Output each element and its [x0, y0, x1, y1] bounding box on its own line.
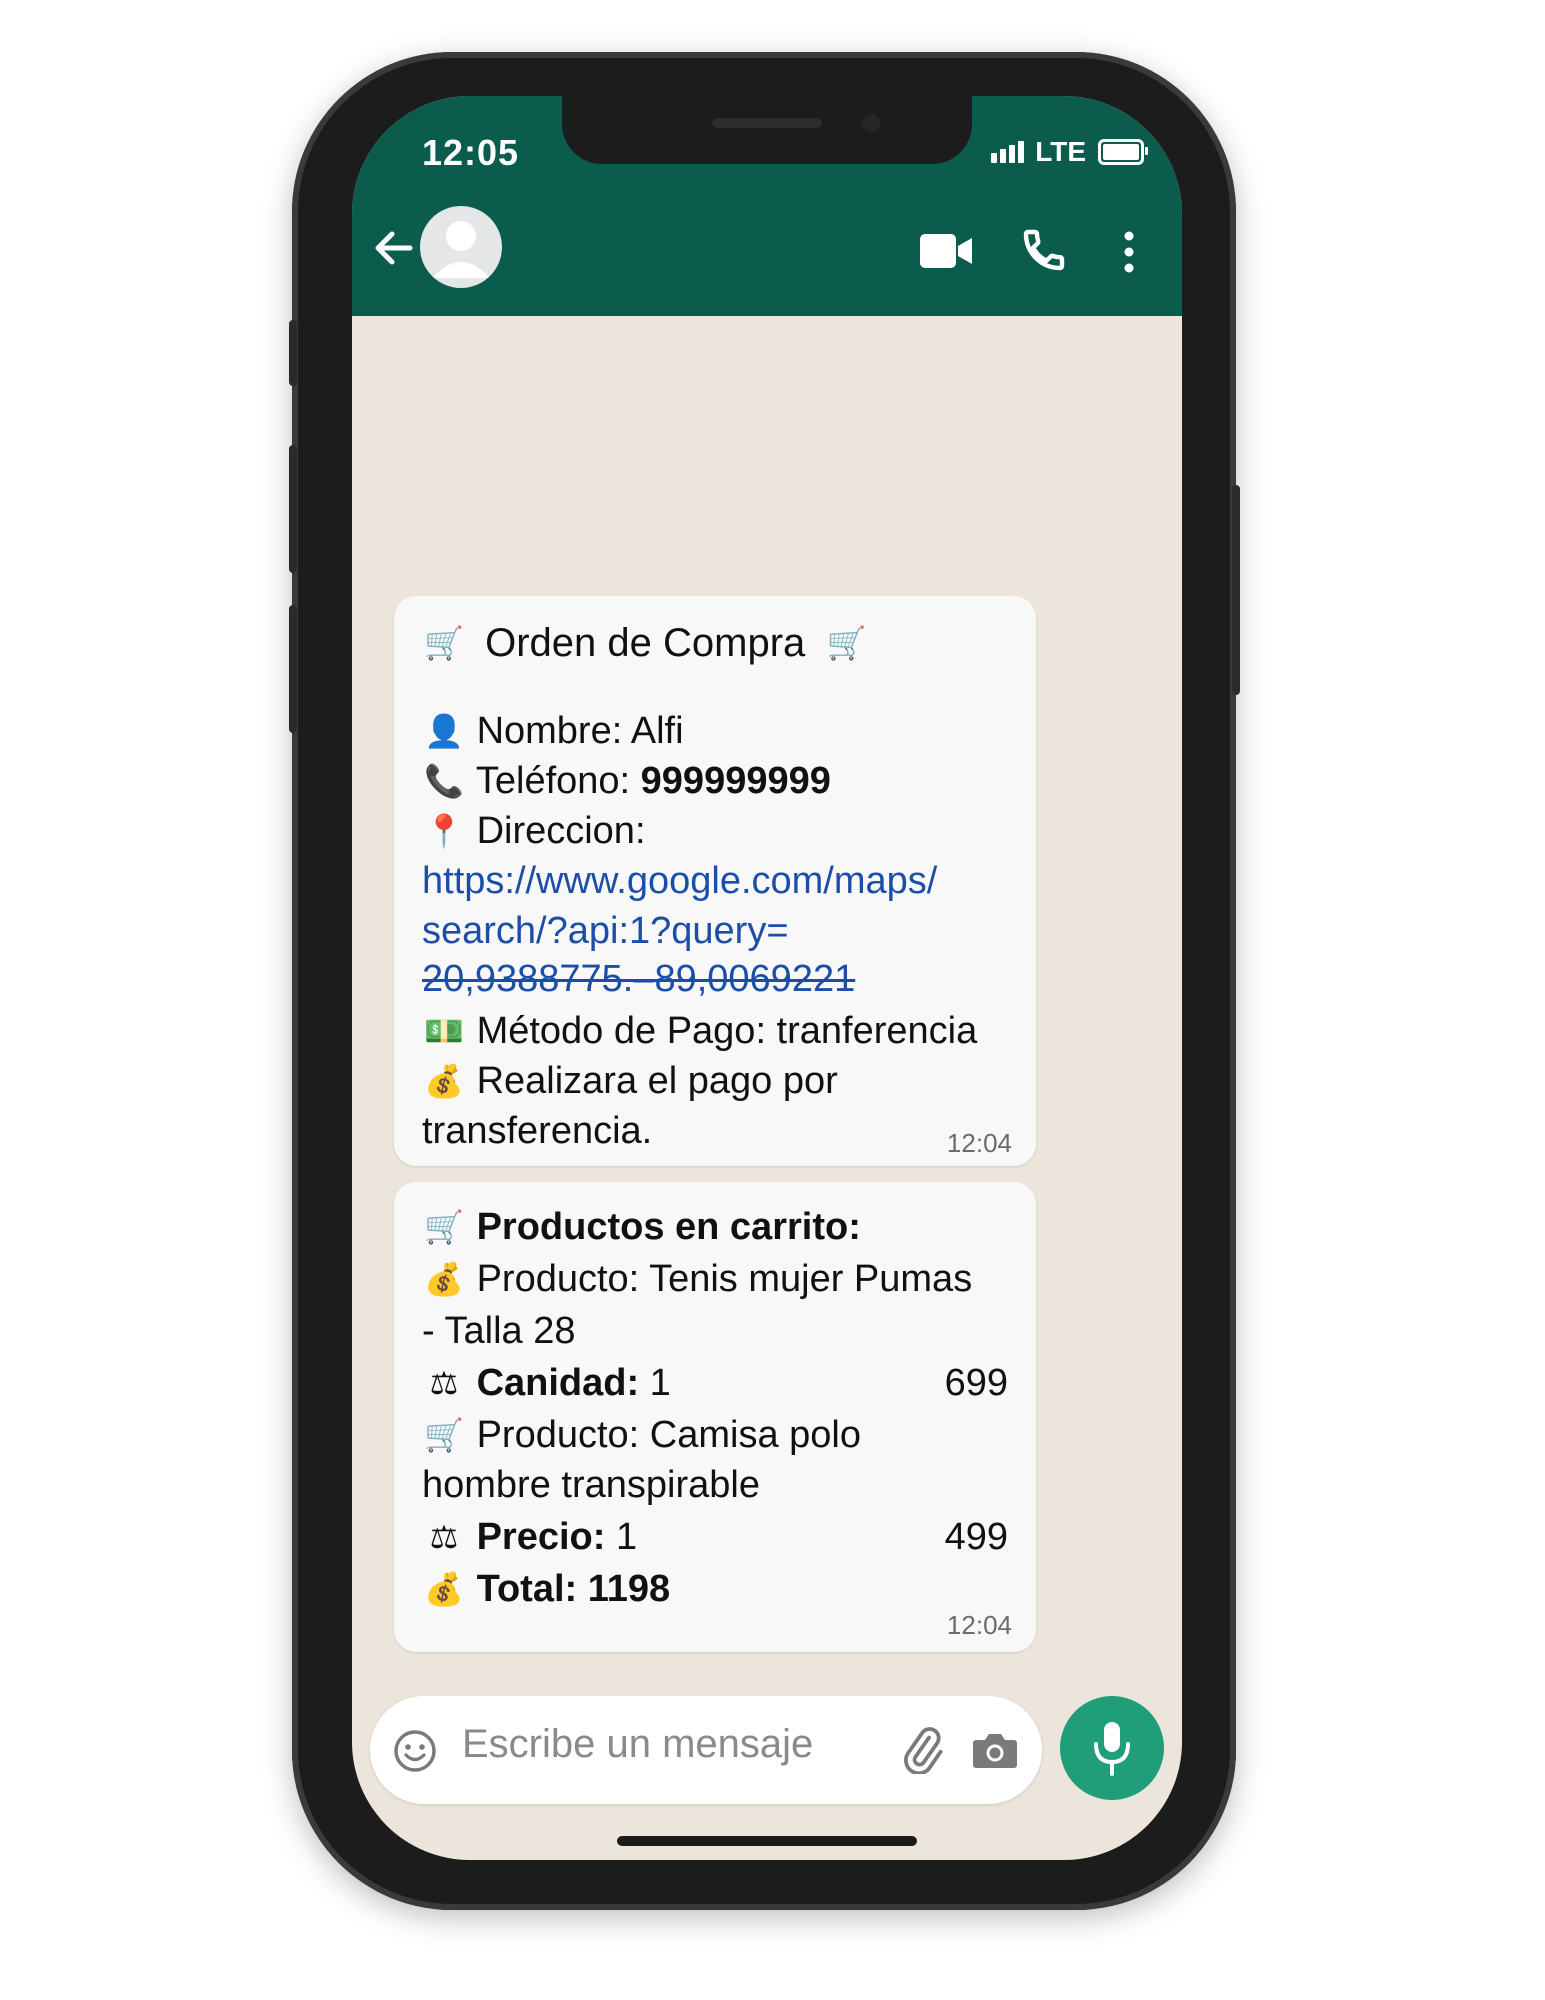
maps-link-line2[interactable]: search/?api:1?query=	[422, 906, 789, 956]
cart-title: Productos en carrito:	[476, 1206, 861, 1248]
shopping-cart-icon: 🛒	[424, 1417, 464, 1453]
money-bag-icon: 💰	[424, 1261, 464, 1297]
address-line: 📍 Direccion:	[422, 806, 646, 856]
home-indicator[interactable]	[617, 1836, 917, 1846]
silent-switch	[289, 320, 297, 386]
name-label: Nombre:	[476, 710, 623, 752]
message-bubble-order[interactable]: 🛒 Orden de Compra 🛒 👤 Nombre: Alfi 📞 Tel…	[394, 596, 1036, 1166]
shopping-cart-icon: 🛒	[424, 625, 464, 661]
qty-label: Canidad:	[476, 1362, 640, 1404]
product2-price: 499	[944, 1516, 1008, 1558]
volume-down-button	[289, 605, 297, 733]
phone-value: 999999999	[630, 760, 831, 802]
message-time: 12:04	[946, 1128, 1012, 1158]
payment-method-line: 💵 Método de Pago: tranferencia	[422, 1006, 977, 1056]
price-value: 1	[605, 1516, 638, 1558]
default-avatar-icon	[432, 221, 490, 278]
microphone-icon	[1094, 1722, 1130, 1776]
cart-title-line: 🛒 Productos en carrito:	[422, 1202, 861, 1252]
shopping-cart-icon: 🛒	[826, 625, 867, 661]
signal-icon	[991, 141, 1027, 163]
maps-link-line3[interactable]: 20,9388775.–89,0069221	[422, 954, 855, 1004]
product2-desc: hombre transpirable	[422, 1464, 760, 1506]
order-total: Total: 1198	[476, 1568, 671, 1610]
payment-note-2: transferencia.	[422, 1110, 653, 1152]
product2-line: 🛒 Producto: Camisa polo	[422, 1410, 861, 1460]
chat-screen: 12:05 LTE 🛒 Orden de Compra 🛒 👤 Nombre: …	[352, 96, 1182, 1860]
money-bag-icon: 💰	[424, 1571, 464, 1607]
telephone-icon: 📞	[424, 763, 464, 799]
microphone-button[interactable]	[1060, 1696, 1164, 1800]
name-line: 👤 Nombre: Alfi	[422, 706, 684, 756]
qty-line: ⚖ Canidad: 1 699	[422, 1358, 1008, 1408]
person-icon: 👤	[424, 713, 464, 749]
arrow-left-icon[interactable]	[370, 224, 418, 272]
notch	[562, 96, 972, 164]
payment-note-line: 💰 Realizara el pago por	[422, 1056, 838, 1106]
banknote-icon: 💵	[424, 1013, 464, 1049]
emoji-icon[interactable]	[392, 1728, 438, 1774]
product1-price: 699	[944, 1362, 1008, 1404]
name-value: Alfi	[622, 710, 684, 752]
money-bag-icon: 💰	[424, 1063, 464, 1099]
paperclip-icon[interactable]	[898, 1726, 946, 1774]
video-call-icon[interactable]	[918, 232, 974, 270]
message-composer[interactable]: Escribe un mensaje	[370, 1696, 1042, 1804]
phone-line: 📞 Teléfono: 999999999	[422, 756, 831, 806]
phone-call-icon[interactable]	[1020, 226, 1068, 274]
price-label: Precio:	[476, 1516, 606, 1558]
scale-weight-icon: ⚖	[429, 1519, 459, 1555]
battery-icon	[1098, 139, 1148, 165]
volume-up-button	[289, 445, 297, 573]
message-input-placeholder[interactable]: Escribe un mensaje	[462, 1722, 813, 1767]
address-label: Direccion:	[476, 810, 646, 852]
qty-value: 1	[639, 1362, 671, 1404]
network-label: LTE	[1035, 136, 1086, 167]
phone-label: Teléfono:	[475, 760, 631, 802]
product2-name: Producto: Camisa polo	[476, 1414, 861, 1456]
product1-line: 💰 Producto: Tenis mujer Pumas	[422, 1254, 972, 1304]
total-line: 💰 Total: 1198	[422, 1564, 670, 1614]
message-bubble-cart[interactable]: 🛒 Productos en carrito: 💰 Producto: Teni…	[394, 1182, 1036, 1652]
order-title-line: 🛒 Orden de Compra 🛒	[422, 618, 868, 668]
status-time: 12:05	[422, 132, 520, 173]
more-vertical-icon[interactable]	[1122, 230, 1136, 274]
status-indicators: LTE	[991, 136, 1148, 168]
product1-size: - Talla 28	[422, 1310, 576, 1352]
payment-method: Método de Pago: tranferencia	[476, 1010, 978, 1052]
location-pin-icon: 📍	[424, 813, 464, 849]
product1-name: Producto: Tenis mujer Pumas	[476, 1258, 973, 1300]
contact-avatar[interactable]	[420, 206, 502, 288]
price-line: ⚖ Precio: 1 499	[422, 1512, 1008, 1562]
shopping-cart-icon: 🛒	[424, 1209, 464, 1245]
payment-note-1: Realizara el pago por	[476, 1060, 838, 1102]
order-title: Orden de Compra	[485, 621, 806, 665]
scale-weight-icon: ⚖	[429, 1365, 459, 1401]
camera-icon[interactable]	[972, 1730, 1018, 1770]
power-button	[1232, 485, 1240, 695]
maps-link-line1[interactable]: https://www.google.com/maps/	[422, 856, 937, 906]
message-time: 12:04	[946, 1610, 1012, 1640]
